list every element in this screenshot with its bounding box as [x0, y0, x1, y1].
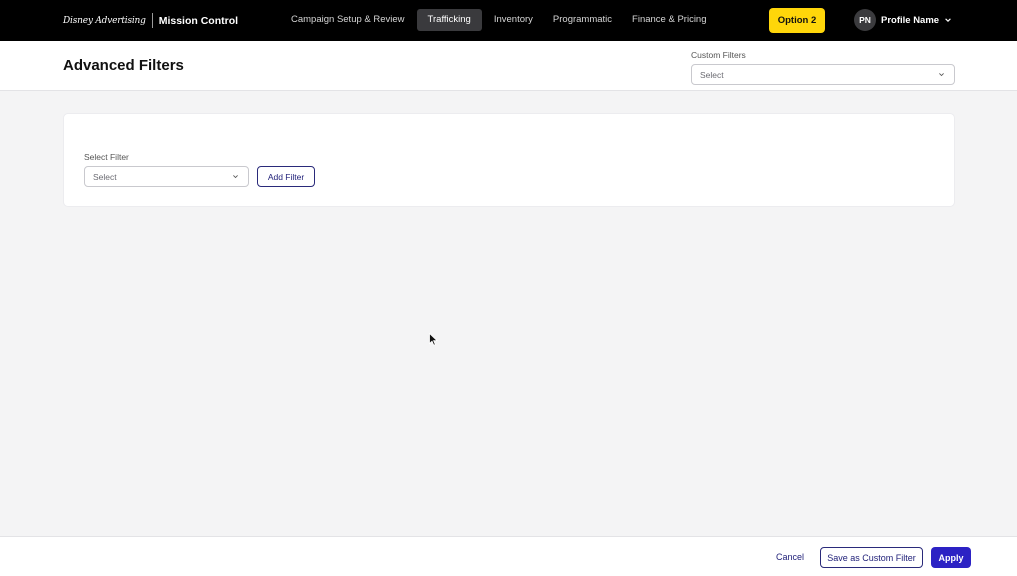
add-filter-button[interactable]: Add Filter [257, 166, 315, 187]
nav-trafficking[interactable]: Trafficking [416, 9, 482, 31]
brand-logo[interactable]: Disney Advertising Mission Control [63, 12, 238, 29]
save-as-custom-filter-button[interactable]: Save as Custom Filter [820, 547, 923, 568]
cancel-button[interactable]: Cancel [770, 547, 810, 567]
page-title: Advanced Filters [63, 57, 184, 74]
select-filter-dropdown[interactable]: Select [84, 166, 249, 187]
custom-filters-select[interactable]: Select [691, 64, 955, 85]
profile-menu[interactable]: PN Profile Name [854, 9, 952, 31]
top-nav-bar: Disney Advertising Mission Control Campa… [0, 0, 1017, 41]
page-header: Advanced Filters Custom Filters Select [0, 41, 1017, 91]
nav-campaign-setup-review[interactable]: Campaign Setup & Review [283, 9, 413, 31]
filter-card: Select Filter Select Add Filter [63, 113, 955, 207]
brand-divider [151, 13, 153, 28]
main-nav: Campaign Setup & Review Trafficking Inve… [283, 9, 719, 31]
nav-finance-pricing[interactable]: Finance & Pricing [624, 9, 714, 31]
app-name: Mission Control [158, 14, 239, 27]
disney-advertising-logo: Disney Advertising [63, 15, 146, 26]
custom-filters-value: Select [700, 70, 724, 80]
select-filter-value: Select [93, 172, 117, 182]
select-filter-label: Select Filter [84, 152, 129, 162]
option-2-button[interactable]: Option 2 [769, 8, 825, 33]
avatar: PN [854, 9, 876, 31]
nav-programmatic[interactable]: Programmatic [545, 9, 620, 31]
nav-inventory[interactable]: Inventory [486, 9, 541, 31]
cursor-arrow-icon [429, 333, 438, 346]
chevron-down-icon [939, 73, 944, 77]
custom-filters-label: Custom Filters [691, 50, 746, 60]
footer-action-bar: Cancel Save as Custom Filter Apply [0, 536, 1017, 576]
chevron-down-icon [945, 18, 951, 22]
chevron-down-icon [233, 175, 238, 179]
profile-name: Profile Name [881, 14, 940, 26]
apply-button[interactable]: Apply [931, 547, 971, 568]
